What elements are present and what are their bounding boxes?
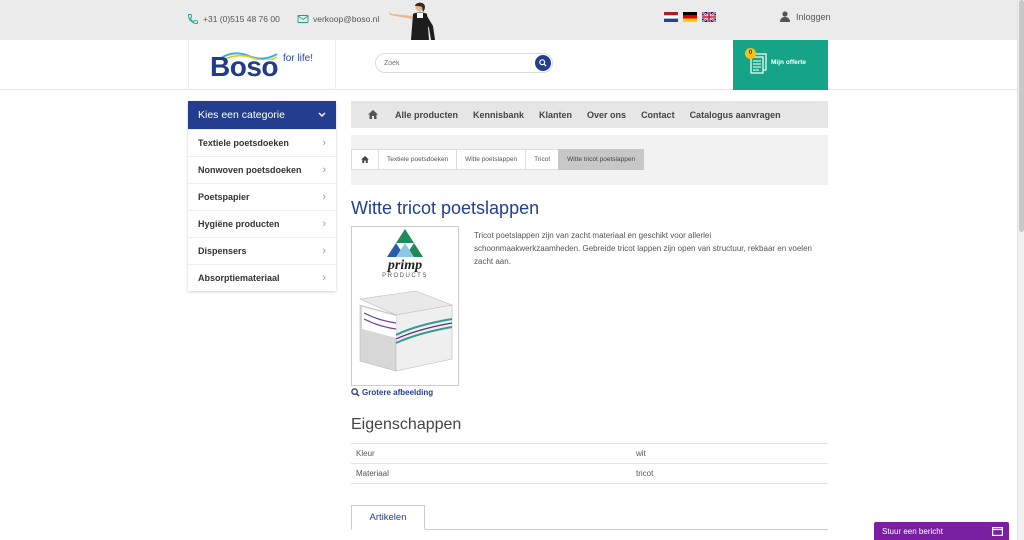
page-scrollbar[interactable] [1017,0,1024,540]
product-description: Tricot poetslappen zijn van zacht materi… [474,231,812,266]
chat-label: Stuur een bericht [882,526,943,536]
nav-item-alle-producten[interactable]: Alle producten [395,110,458,120]
mail-icon [297,15,309,23]
quote-label: Mijn offerte [771,59,807,66]
nav-item-catalogus-aanvragen[interactable]: Catalogus aanvragen [690,110,781,120]
logo-tagline: for life! [283,53,314,64]
category-menu: Kies een categorie Textiele poetsdoeken ›… [188,101,336,291]
page-title: Witte tricot poetslappen [351,198,540,218]
phone-icon [188,14,198,24]
top-bar [0,0,1017,40]
category-item-dispensers[interactable]: Dispensers › [188,237,336,264]
table-row: Materiaal tricot [351,463,828,484]
breadcrumb-item[interactable]: Tricot [525,149,560,170]
product-image[interactable]: primp PRODUCTS [351,226,459,386]
category-menu-header[interactable]: Kies een categorie [188,101,336,129]
category-item-label: Textiele poetsdoeken [198,138,289,148]
chevron-right-icon: › [322,191,326,203]
properties-title: Eigenschappen [351,416,462,433]
nav-item-contact[interactable]: Contact [641,110,675,120]
my-quote-button[interactable]: 0 Mijn offerte [733,40,828,90]
nl-flag-icon[interactable] [664,12,678,22]
nav-item-kennisbank[interactable]: Kennisbank [473,110,524,120]
phone-contact[interactable]: +31 (0)515 48 76 00 [187,13,280,25]
main-nav: Alle producten Kennisbank Klanten Over o… [351,101,828,128]
chevron-right-icon: › [322,245,326,257]
quote-count-badge: 0 [745,48,756,59]
product-box-illustration [358,290,454,372]
category-item-poetspapier[interactable]: Poetspapier › [188,183,336,210]
larger-image-label: Grotere afbeelding [362,388,434,397]
property-value: wit [631,443,828,464]
category-item-nonwoven-poetsdoeken[interactable]: Nonwoven poetsdoeken › [188,156,336,183]
language-flags [664,12,716,22]
chevron-right-icon: › [322,137,326,149]
chevron-right-icon: › [322,218,326,230]
nav-item-over-ons[interactable]: Over ons [587,110,626,120]
property-label: Kleur [351,443,631,464]
category-item-label: Poetspapier [198,192,250,202]
brand-name: primp [387,258,422,273]
category-item-hygiene-producten[interactable]: Hygiëne producten › [188,210,336,237]
chevron-right-icon: › [322,164,326,176]
login-link[interactable]: Inloggen [780,11,831,22]
brand-subtitle: PRODUCTS [382,273,428,279]
search-icon [539,59,547,67]
breadcrumb-bar: Textiele poetsdoeken Witte poetslappen T… [351,135,828,185]
search-button[interactable] [535,55,551,71]
category-item-label: Absorptiemateriaal [198,273,280,283]
phone-number: +31 (0)515 48 76 00 [203,14,280,24]
larger-image-link[interactable]: Grotere afbeelding [351,388,433,397]
category-menu-title: Kies een categorie [198,109,285,121]
category-item-label: Hygiëne producten [198,219,280,229]
breadcrumb-current: Witte tricot poetslappen [558,149,645,170]
nav-home-button[interactable] [351,110,395,119]
search-input[interactable] [384,57,534,70]
home-icon [368,110,378,119]
breadcrumb-home[interactable] [351,149,379,170]
mascot-woman-image [389,2,435,40]
chevron-down-icon [318,112,326,117]
chat-window-icon [992,526,1003,536]
chat-widget-button[interactable]: Stuur een bericht [874,522,1009,540]
email-address: verkoop@boso.nl [313,14,380,24]
de-flag-icon[interactable] [683,12,697,22]
search-icon [351,388,360,397]
chevron-right-icon: › [322,272,326,284]
nav-item-klanten[interactable]: Klanten [539,110,572,120]
property-label: Materiaal [351,463,631,484]
site-logo[interactable]: Boso for life! [188,40,336,90]
primp-logo-icon [387,229,423,257]
search-box [375,53,553,73]
logo-text: Boso [210,51,279,82]
breadcrumb-item[interactable]: Witte poetslappen [456,149,527,170]
scrollbar-thumb[interactable] [1019,0,1024,232]
category-item-textiele-poetsdoeken[interactable]: Textiele poetsdoeken › [188,129,336,156]
login-label: Inloggen [796,11,831,22]
property-value: tricot [631,463,828,484]
home-icon [361,156,369,163]
tab-artikelen[interactable]: Artikelen [351,505,425,530]
category-item-absorptiemateriaal[interactable]: Absorptiemateriaal › [188,264,336,291]
breadcrumb-item[interactable]: Textiele poetsdoeken [378,149,458,170]
table-row: Kleur wit [351,443,828,464]
properties-table: Kleur wit Materiaal tricot [351,443,828,484]
user-icon [780,11,790,22]
uk-flag-icon[interactable] [702,12,716,22]
breadcrumb: Textiele poetsdoeken Witte poetslappen T… [351,149,645,170]
email-contact[interactable]: verkoop@boso.nl [297,13,379,25]
category-item-label: Dispensers [198,246,247,256]
product-photo: primp PRODUCTS [358,229,454,372]
category-item-label: Nonwoven poetsdoeken [198,165,302,175]
